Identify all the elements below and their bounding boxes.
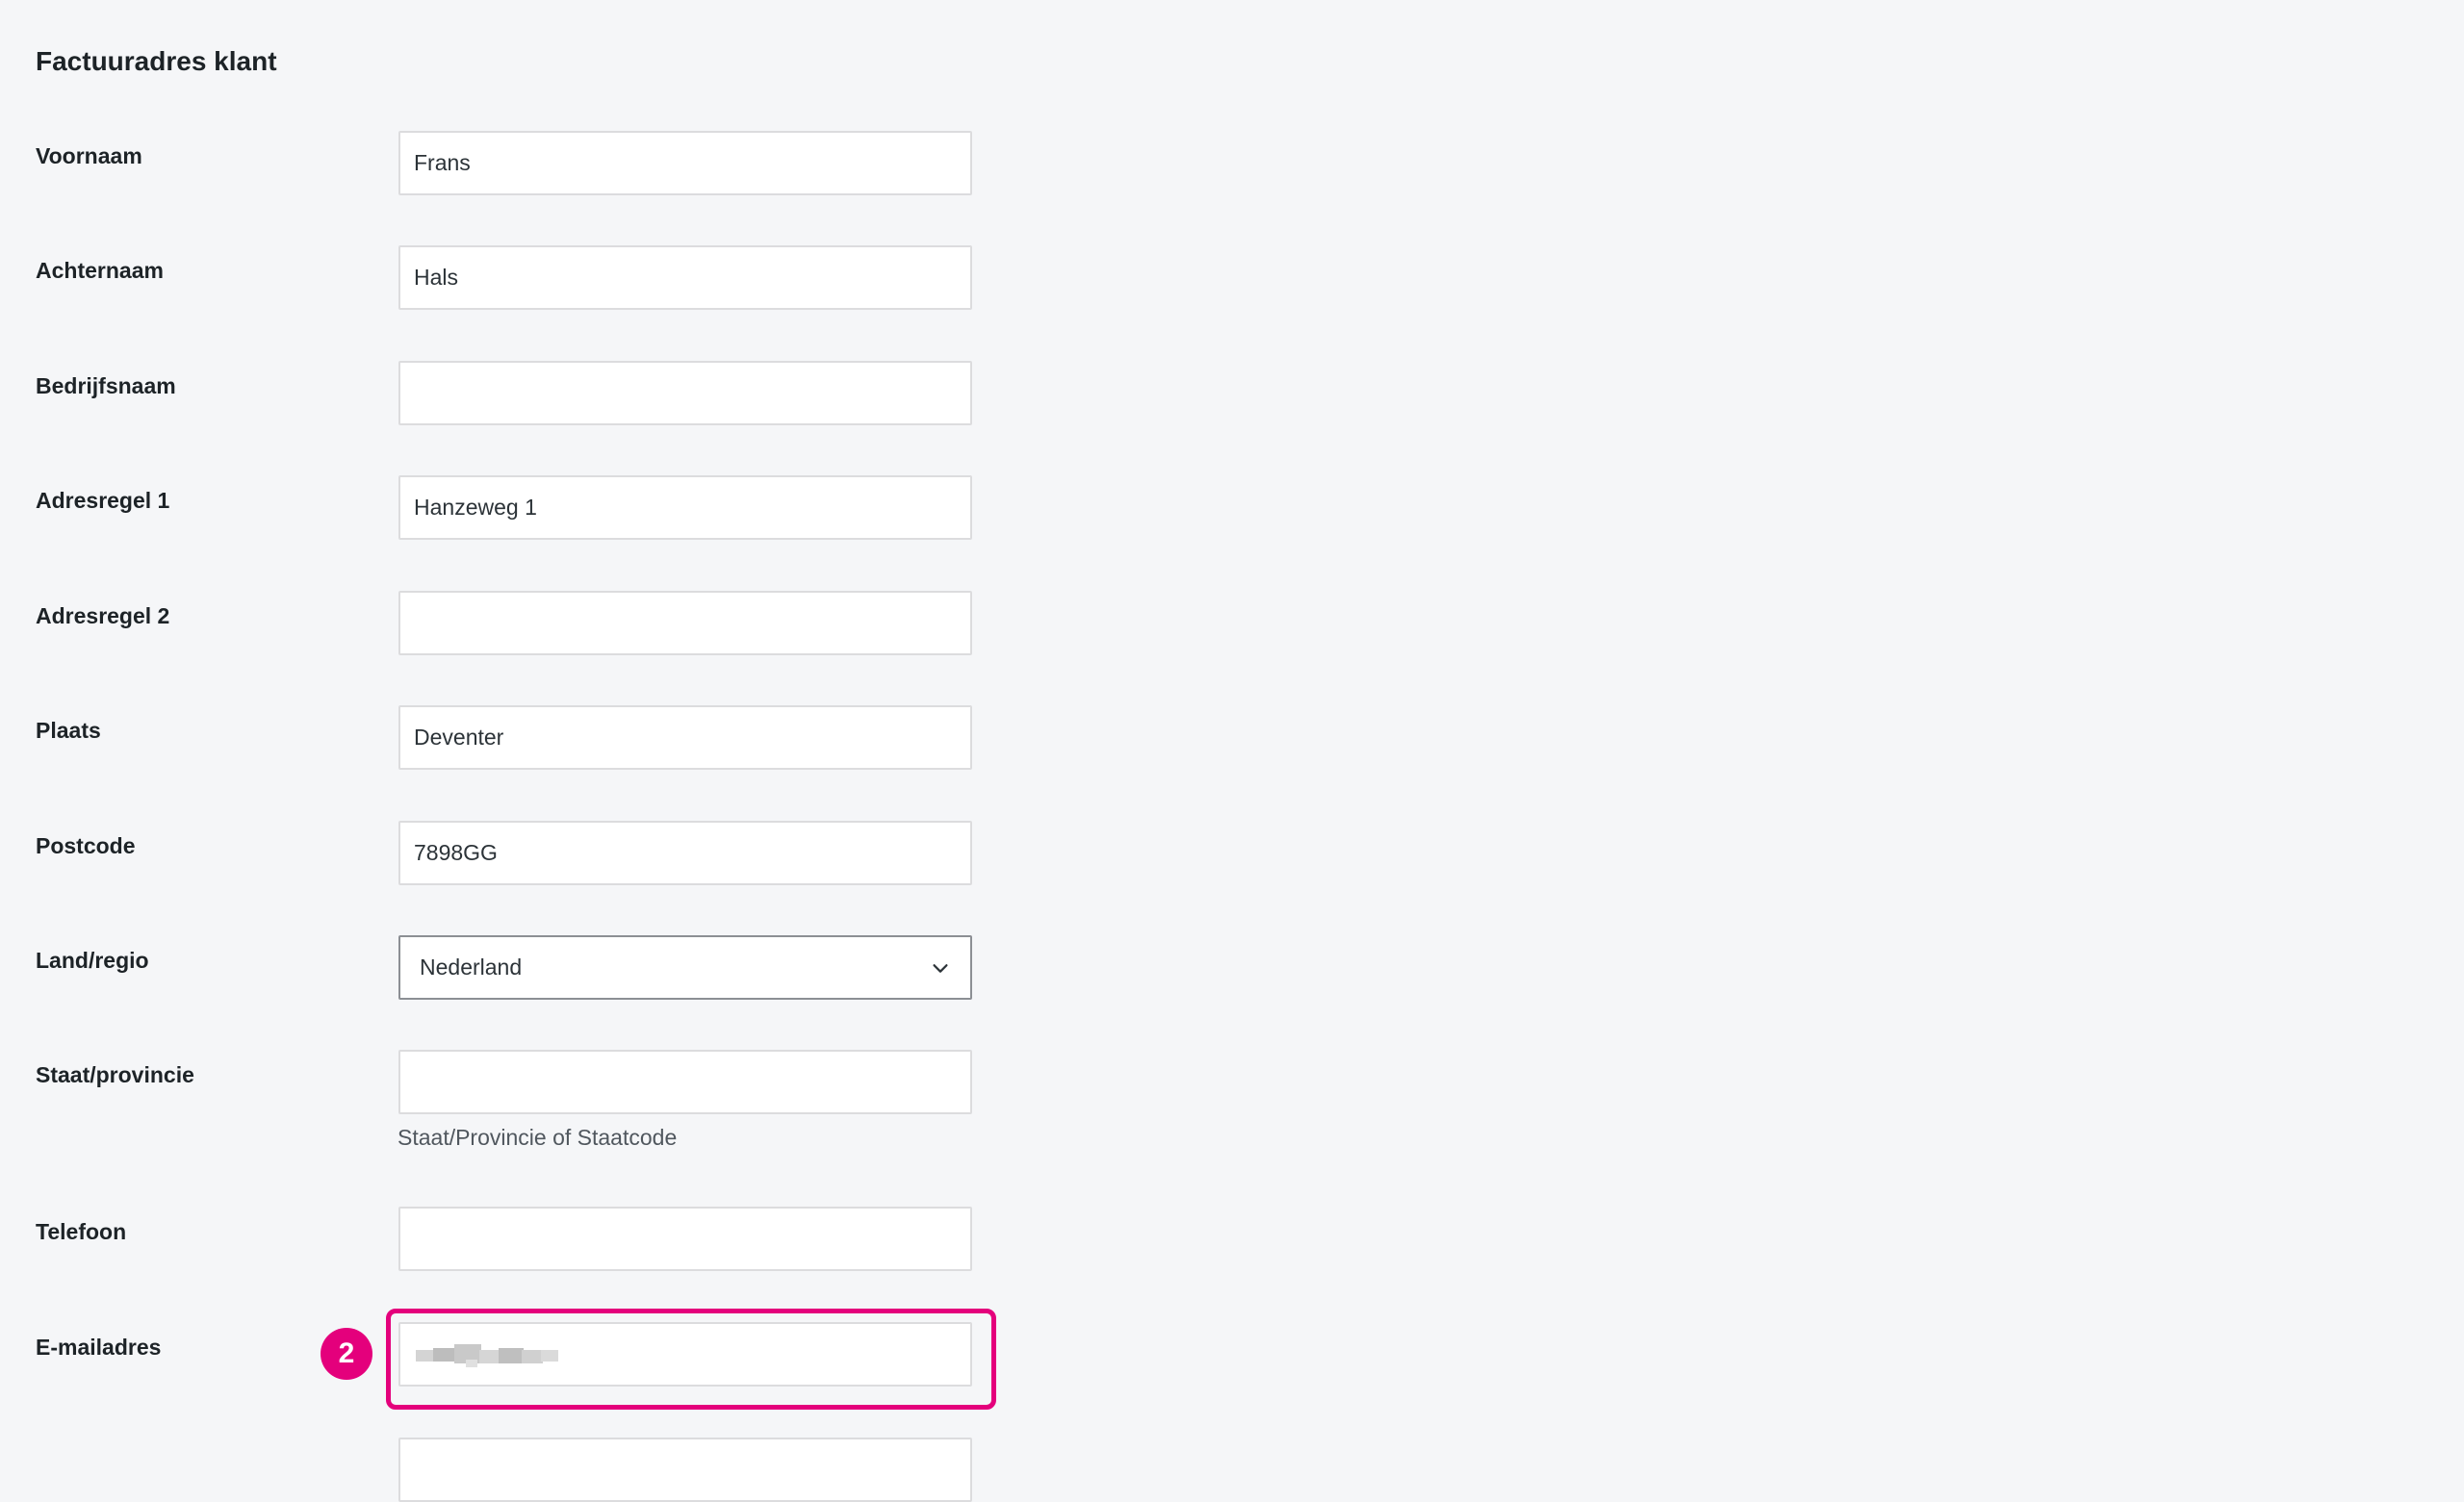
label-achternaam: Achternaam (36, 258, 164, 283)
postcode-input[interactable] (398, 821, 972, 885)
label-adresregel-2: Adresregel 2 (36, 603, 170, 628)
chevron-down-icon (933, 963, 948, 973)
redacted-email (416, 1344, 560, 1367)
plaats-input[interactable] (398, 705, 972, 770)
staat-provincie-description: Staat/Provincie of Staatcode (398, 1125, 678, 1150)
bedrijfsnaam-input[interactable] (398, 361, 972, 425)
voornaam-input[interactable] (398, 131, 972, 195)
label-plaats: Plaats (36, 718, 101, 743)
label-postcode: Postcode (36, 833, 136, 858)
label-e-mailadres: E-mailadres (36, 1335, 162, 1360)
label-adresregel-1: Adresregel 1 (36, 488, 170, 513)
step-badge: 2 (321, 1328, 372, 1380)
e-mailadres-input[interactable] (398, 1322, 972, 1387)
label-voornaam: Voornaam (36, 143, 142, 168)
land-regio-value: Nederland (420, 955, 523, 980)
label-staat-provincie: Staat/provincie (36, 1062, 194, 1087)
land-regio-select[interactable]: Nederland (398, 935, 972, 1000)
achternaam-input[interactable] (398, 245, 972, 310)
label-telefoon: Telefoon (36, 1219, 127, 1244)
label-land-regio: Land/regio (36, 948, 149, 973)
next-field-input[interactable] (398, 1438, 972, 1502)
adresregel-1-input[interactable] (398, 475, 972, 540)
staat-provincie-input[interactable] (398, 1050, 972, 1114)
telefoon-input[interactable] (398, 1207, 972, 1271)
label-bedrijfsnaam: Bedrijfsnaam (36, 373, 176, 398)
adresregel-2-input[interactable] (398, 591, 972, 655)
page-title: Factuuradres klant (36, 46, 277, 76)
